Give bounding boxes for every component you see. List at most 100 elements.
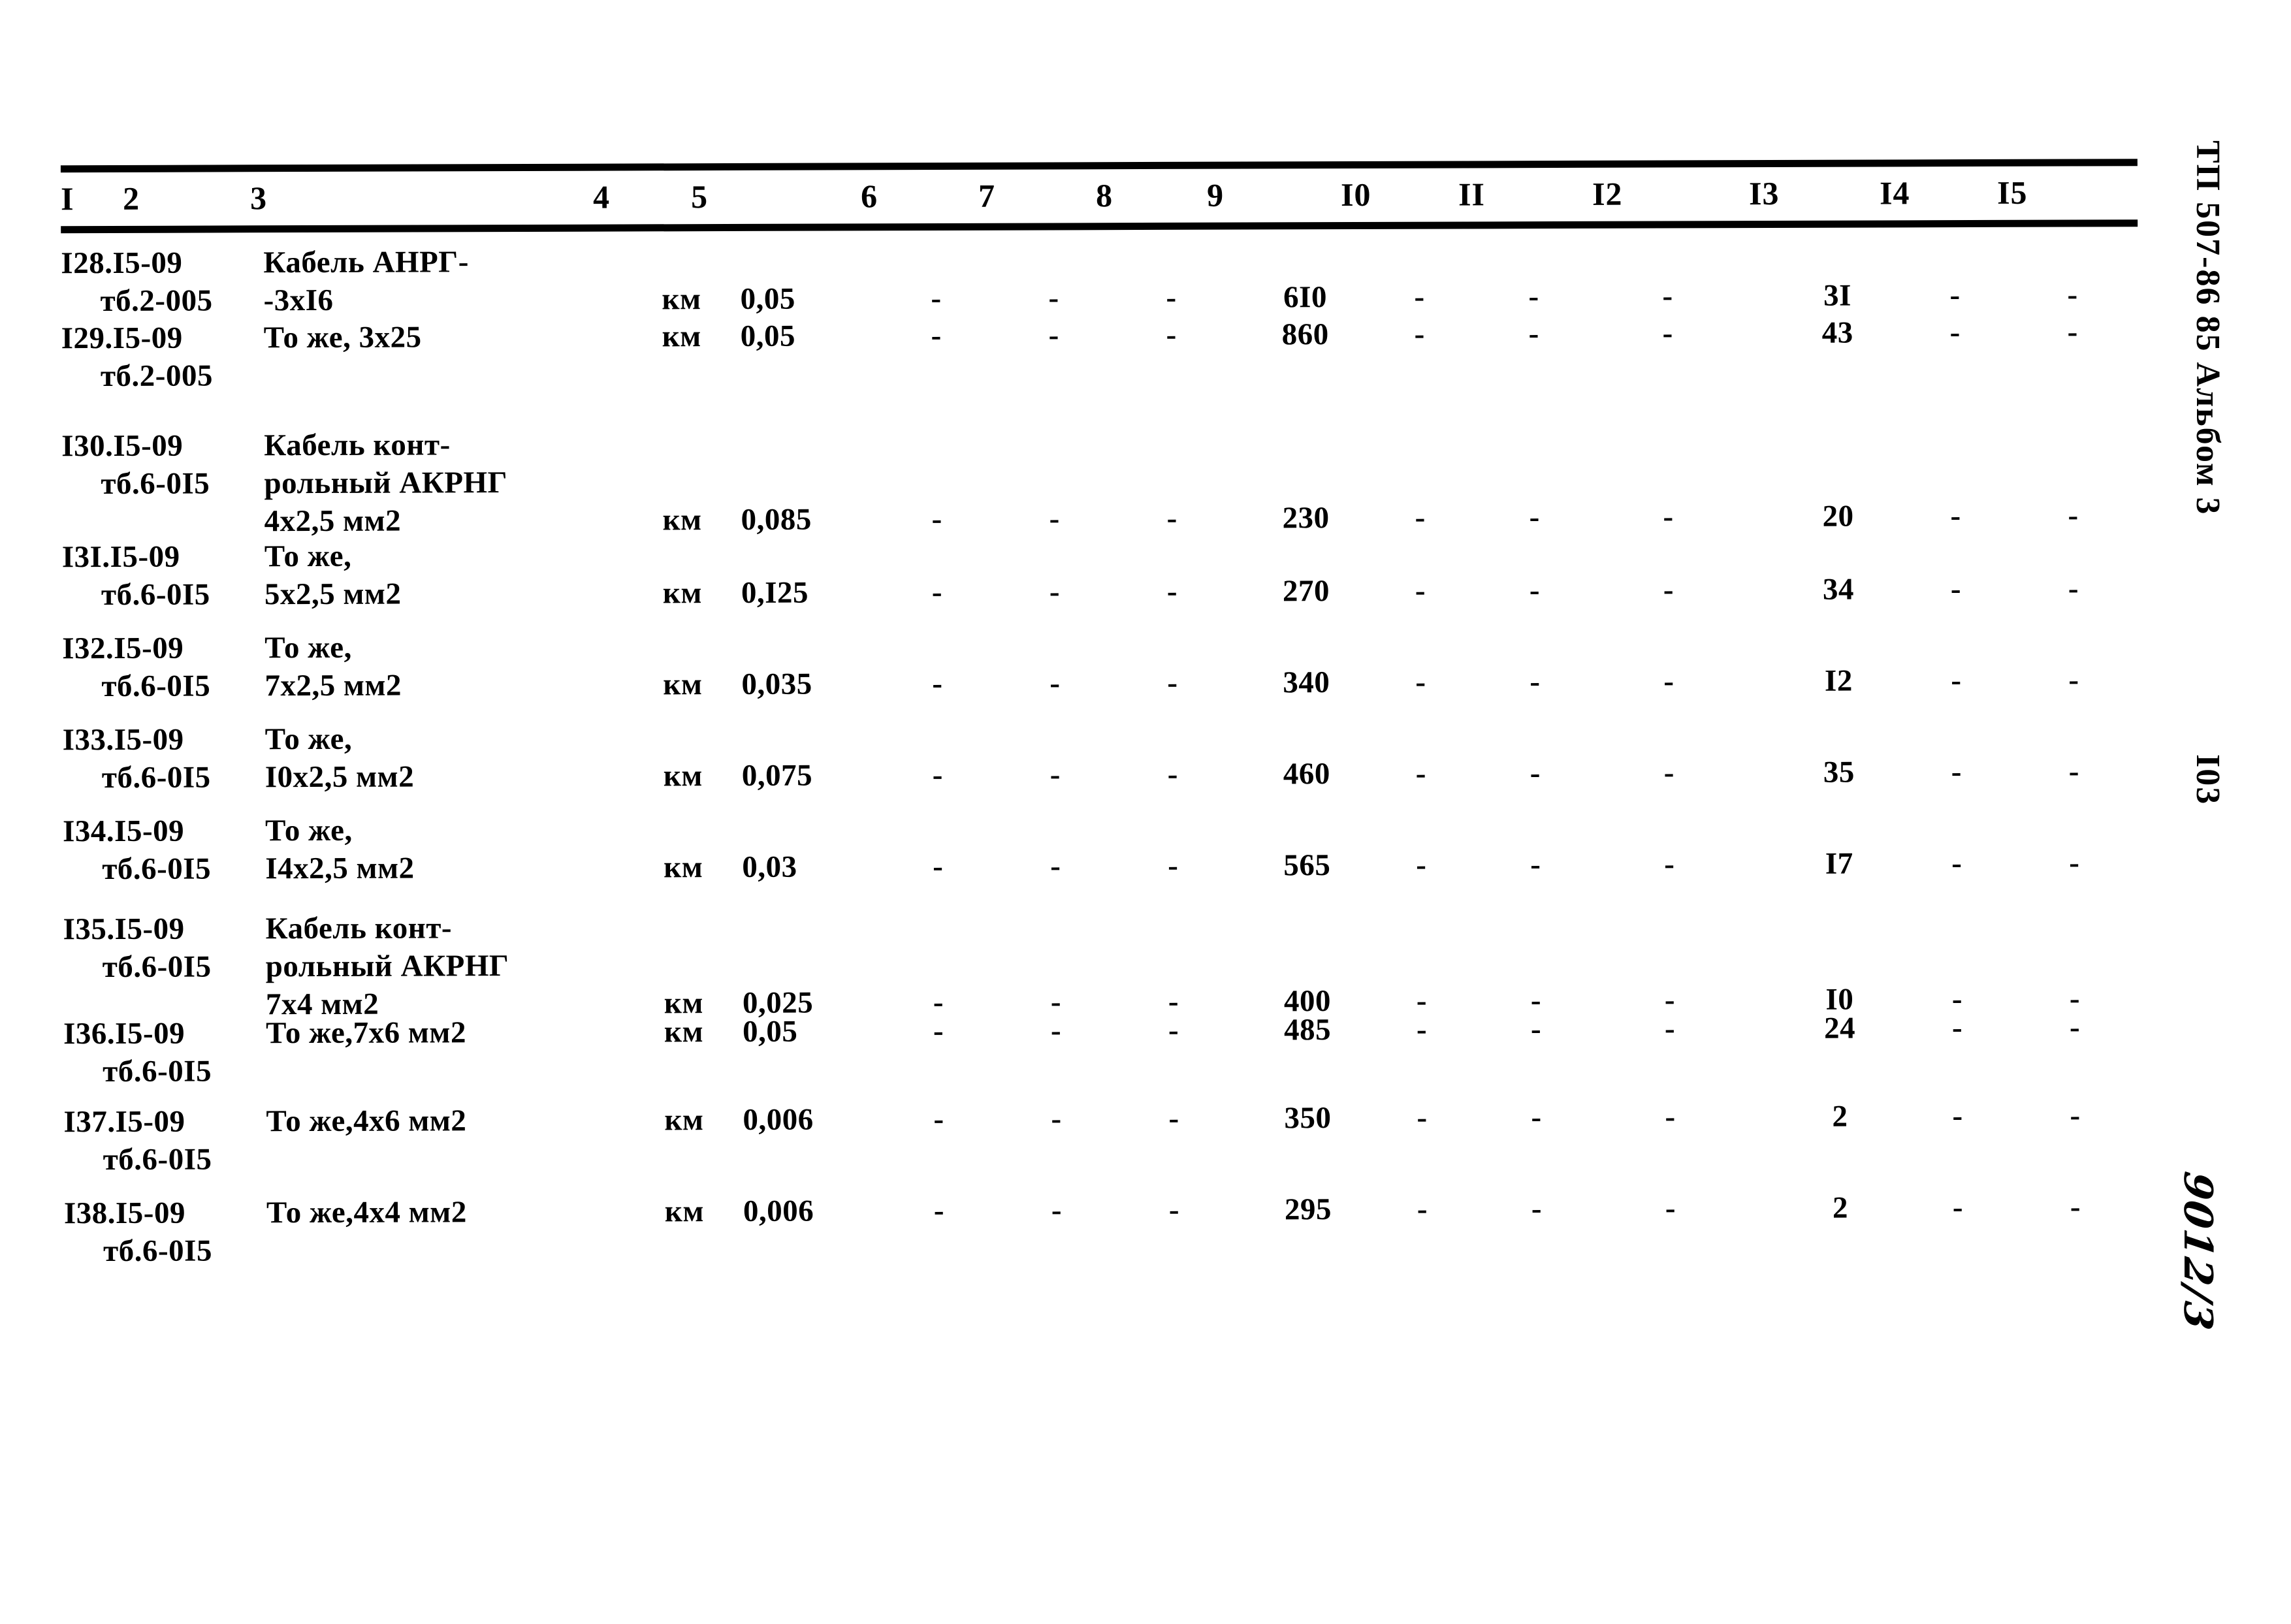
row-code-line1: I36.I5-09 bbox=[63, 1016, 185, 1051]
row-code-line2: тб.2-005 bbox=[100, 358, 213, 394]
row-code-line1: I30.I5-09 bbox=[61, 428, 184, 464]
row-code-line1: I35.I5-09 bbox=[63, 912, 185, 947]
row-col15: - bbox=[2069, 846, 2080, 880]
row-col12: - bbox=[1663, 573, 1674, 607]
row-col11: - bbox=[1531, 1192, 1543, 1226]
row-col14: - bbox=[1949, 278, 1961, 313]
row-name-line1: То же, bbox=[264, 722, 353, 757]
page-number: I03 bbox=[2189, 754, 2226, 806]
row-col15: - bbox=[2068, 663, 2079, 697]
row-col8: - bbox=[1166, 317, 1177, 352]
row-col7: - bbox=[1050, 849, 1061, 884]
row-col8: - bbox=[1168, 1013, 1179, 1047]
row-col6: - bbox=[933, 1102, 944, 1137]
column-header-2: 2 bbox=[122, 180, 140, 217]
row-col10: - bbox=[1414, 317, 1425, 351]
row-col13-cost: 2 bbox=[1832, 1099, 1848, 1134]
row-col5-quantity: 0,05 bbox=[742, 1014, 798, 1049]
row-col5-quantity: 0,035 bbox=[741, 667, 812, 701]
row-name-line1: Кабель конт- bbox=[264, 428, 451, 463]
row-col15: - bbox=[2070, 1190, 2081, 1224]
row-col9-mass: 565 bbox=[1283, 848, 1331, 883]
table-row: I29.I5-09 тб.2-005 То же, 3х25 км 0,05 - - - 860… bbox=[61, 312, 2171, 426]
row-col11: - bbox=[1530, 665, 1541, 699]
row-name-line1: То же,7х6 мм2 bbox=[265, 1015, 466, 1051]
row-code-line1: I32.I5-09 bbox=[62, 631, 184, 666]
row-col12: - bbox=[1664, 847, 1675, 882]
row-name-line2: I4х2,5 мм2 bbox=[265, 851, 415, 886]
row-col7: - bbox=[1049, 575, 1061, 609]
row-code-line2: тб.6-0I5 bbox=[103, 1142, 212, 1177]
row-col10: - bbox=[1415, 573, 1426, 608]
row-col11: - bbox=[1531, 1100, 1542, 1135]
row-col10: - bbox=[1415, 756, 1426, 791]
printed-content-block: I 2 3 4 5 6 7 8 9 I0 II I2 I3 I4 I5 I28.I5-09 тб.2-005 К… bbox=[0, 0, 2291, 1624]
row-col14: - bbox=[1951, 1011, 1963, 1045]
row-col5-quantity: 0,006 bbox=[743, 1194, 814, 1228]
row-col6: - bbox=[933, 849, 944, 884]
row-col7: - bbox=[1048, 318, 1059, 353]
row-col13-cost: 34 bbox=[1822, 572, 1855, 607]
row-col13-cost: 3I bbox=[1823, 278, 1852, 313]
row-col8: - bbox=[1166, 574, 1178, 609]
row-col12: - bbox=[1662, 279, 1673, 313]
row-code-line1: I34.I5-09 bbox=[63, 814, 185, 849]
row-name-line3: 4х2,5 мм2 bbox=[264, 503, 402, 539]
row-name-line1: То же,4х4 мм2 bbox=[266, 1195, 467, 1230]
table-column-header-row: I 2 3 4 5 6 7 8 9 I0 II I2 I3 I4 I5 bbox=[61, 168, 2138, 225]
table-row: I33.I5-09 тб.6-0I5 То же, I0х2,5 мм2 км 0,075… bbox=[63, 714, 2172, 812]
row-name-line2: рольный АКРНГ bbox=[264, 466, 508, 501]
row-col11: - bbox=[1528, 279, 1539, 314]
row-name-line1: Кабель АНРГ- bbox=[263, 245, 469, 280]
row-col13-cost: I7 bbox=[1825, 846, 1853, 881]
row-col13-cost: I2 bbox=[1824, 663, 1853, 698]
row-name-line2: -3хI6 bbox=[263, 283, 334, 318]
row-col6: - bbox=[931, 575, 943, 610]
row-col8: - bbox=[1166, 501, 1178, 535]
row-col8: - bbox=[1166, 280, 1177, 315]
row-col8: - bbox=[1167, 665, 1178, 700]
row-col15: - bbox=[2067, 278, 2078, 312]
row-col14: - bbox=[1951, 846, 1963, 881]
row-col12: - bbox=[1663, 756, 1674, 790]
row-col10: - bbox=[1415, 500, 1426, 535]
row-col7: - bbox=[1051, 1102, 1062, 1136]
row-col8: - bbox=[1168, 848, 1179, 883]
row-col12: - bbox=[1663, 500, 1674, 534]
column-header-12: I2 bbox=[1592, 175, 1623, 212]
row-col12: - bbox=[1662, 316, 1673, 351]
row-col9-mass: 6I0 bbox=[1283, 280, 1328, 315]
row-code-line1: I28.I5-09 bbox=[61, 246, 183, 281]
row-col7: - bbox=[1051, 1193, 1063, 1228]
row-unit: км bbox=[664, 1015, 704, 1049]
row-col9-mass: 270 bbox=[1282, 574, 1330, 609]
row-col7: - bbox=[1049, 666, 1061, 701]
column-header-13: I3 bbox=[1748, 174, 1780, 212]
row-col7: - bbox=[1050, 1013, 1062, 1048]
table-row: I32.I5-09 тб.6-0I5 То же, 7х2,5 мм2 км 0,035-… bbox=[62, 622, 2171, 720]
table-row: I3I.I5-09 тб.6-0I5 То же, 5х2,5 мм2 км 0,I25-… bbox=[62, 531, 2171, 629]
row-col9-mass: 860 bbox=[1281, 317, 1329, 352]
document-page: I 2 3 4 5 6 7 8 9 I0 II I2 I3 I4 I5 I28.I5-09 тб.2-005 К… bbox=[0, 0, 2291, 1620]
row-col15: - bbox=[2068, 571, 2079, 606]
row-col5-quantity: 0,03 bbox=[742, 850, 797, 884]
row-name-line1: То же, bbox=[264, 630, 352, 665]
row-col6: - bbox=[931, 318, 942, 353]
row-col15: - bbox=[2070, 1098, 2081, 1133]
row-col10: - bbox=[1415, 665, 1426, 699]
row-col12: - bbox=[1665, 1191, 1676, 1226]
row-col7: - bbox=[1049, 757, 1061, 792]
row-name-line2: рольный АКРНГ bbox=[265, 949, 509, 984]
table-row: I34.I5-09 тб.6-0I5 То же, I4х2,5 мм2 км 0,03-… bbox=[63, 805, 2172, 910]
column-header-11: II bbox=[1458, 176, 1486, 213]
handwritten-archive-note: 9012/3 bbox=[2175, 1169, 2220, 1334]
row-col6: - bbox=[931, 502, 942, 537]
row-col14: - bbox=[1949, 315, 1961, 350]
row-col13-cost: 35 bbox=[1823, 755, 1855, 789]
document-reference-stamp: ТП 507-86 85 Альбом 3 bbox=[2189, 140, 2226, 516]
row-col14: - bbox=[1950, 499, 1961, 533]
row-col13-cost: 20 bbox=[1822, 499, 1854, 533]
row-code-line1: I38.I5-09 bbox=[63, 1196, 185, 1231]
column-header-9: 9 bbox=[1206, 176, 1225, 214]
row-col11: - bbox=[1530, 1012, 1542, 1047]
